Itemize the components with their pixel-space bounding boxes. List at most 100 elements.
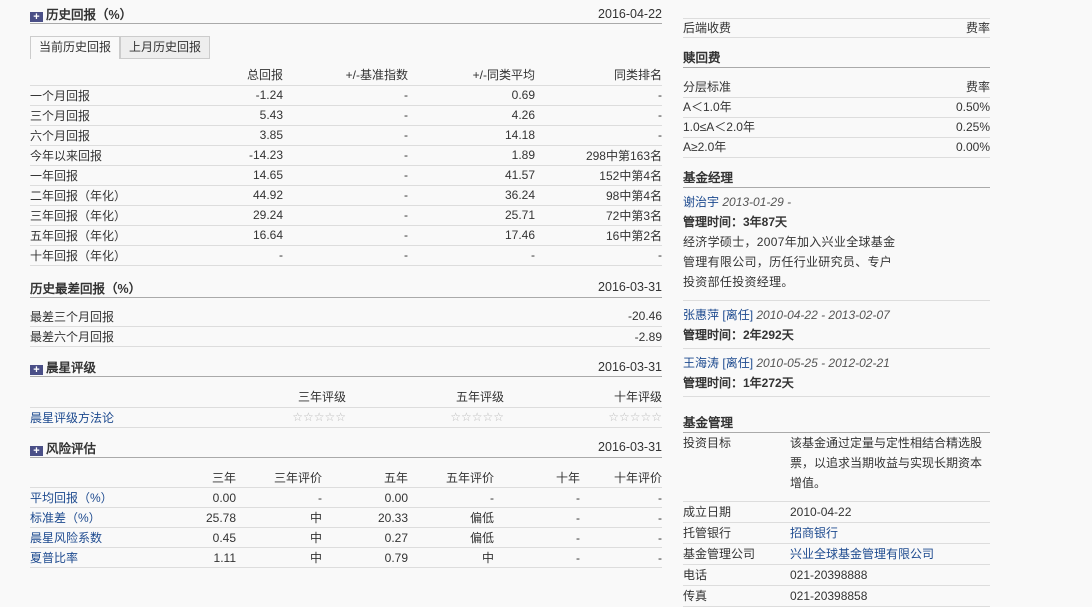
label: 费率 (965, 21, 990, 35)
section-title: 历史回报（%） (46, 8, 133, 22)
history-section-title: + 历史回报（%） 2016-04-22 (30, 4, 662, 24)
section-date: 2016-04-22 (598, 6, 662, 21)
manager-bio: 经济学硕士，2007年加入兴业全球基金管理有限公司，历任行业研究员、专户投资部任… (683, 235, 896, 289)
row-label: 三个月回报 (30, 105, 150, 126)
section-title: 历史最差回报（%） (30, 281, 142, 296)
row-label: 三年回报（年化） (30, 205, 150, 226)
header-cell: 五年评价 (408, 467, 494, 488)
cell-value: - (283, 165, 408, 186)
row-label: 十年回报（年化） (30, 245, 150, 266)
rating-method-link[interactable]: 晨星评级方法论 (30, 411, 114, 425)
risk-section-title: + 风险评估 2016-03-31 (30, 438, 662, 458)
row-label: 五年回报（年化） (30, 225, 150, 246)
management-key: 投资目标 (683, 436, 732, 450)
cell-value: - (283, 125, 408, 146)
expand-icon[interactable]: + (30, 365, 43, 376)
managers-title: 基金经理 (683, 168, 990, 188)
cell-value: - (535, 85, 662, 106)
row-label: 一个月回报 (30, 85, 150, 106)
management-value: 021-20398858 (790, 589, 868, 603)
management-key: 传真 (683, 589, 708, 603)
table-row: 三个月回报 5.43-4.26- (30, 105, 662, 126)
manager-name-link[interactable]: 张惠萍 (683, 308, 719, 322)
manager-header: 谢治宇 2013-01-29 - (683, 192, 990, 212)
manager-tenure: 管理时间：2年292天 (683, 328, 794, 342)
cell-value: 0.79 (322, 547, 408, 568)
cell-value: 20.33 (322, 507, 408, 528)
cell-value: 中 (236, 547, 322, 568)
row-label: 今年以来回报 (30, 145, 150, 166)
cell-value: - (580, 527, 662, 548)
section-date: 2016-03-31 (598, 280, 662, 294)
rating-section-title: + 晨星评级 2016-03-31 (30, 357, 662, 377)
fee-rate: 0.25% (955, 120, 990, 134)
history-table: 总回报 +/-基准指数 +/-同类平均 同类排名 一个月回报 -1.24-0.69- 三个月… (30, 65, 662, 266)
management-value[interactable]: 招商银行 (790, 523, 990, 543)
expand-icon[interactable]: + (30, 12, 43, 23)
tab-last-month-history[interactable]: 上月历史回报 (120, 36, 211, 59)
header-cell: 三年评价 (236, 467, 322, 488)
section-date: 2016-03-31 (598, 440, 662, 454)
cell-value: - (494, 507, 580, 528)
header-cell: 同类排名 (535, 65, 662, 86)
table-row: 标准差（%） 25.78 中 20.33 偏低 - - (30, 507, 662, 528)
fee-rate: 0.50% (955, 100, 990, 114)
expand-icon[interactable]: + (30, 445, 43, 456)
cell-value: 0.00 (322, 487, 408, 508)
table-row: 一年回报 14.65-41.57 152中第4名 (30, 165, 662, 186)
management-row: 基金管理公司 兴业全球基金管理有限公司 (683, 544, 990, 565)
manager-name-link[interactable]: 王海涛 (683, 356, 719, 370)
cell-value: - (535, 125, 662, 146)
row-label[interactable]: 标准差（%） (30, 507, 150, 528)
manager-name-link[interactable]: 谢治宇 (683, 195, 719, 209)
table-row: 二年回报（年化） 44.92-36.24 98中第4名 (30, 185, 662, 206)
table-row: 晨星评级方法论 ☆☆☆☆☆ ☆☆☆☆☆ ☆☆☆☆☆ (30, 407, 662, 428)
table-row: 最差三个月回报 -20.46 (30, 306, 662, 327)
row-label[interactable]: 夏普比率 (30, 547, 150, 568)
header-cell (30, 387, 188, 408)
manager-tenure: 管理时间：3年87天 (683, 215, 788, 229)
worst-table: 最差三个月回报 -20.46 最差六个月回报 -2.89 (30, 306, 662, 347)
cell-value: 41.57 (408, 165, 535, 186)
management-key: 电话 (683, 568, 708, 582)
management-row: 电话 021-20398888 (683, 565, 990, 586)
cell-value: - (283, 205, 408, 226)
table-header: 三年 三年评价 五年 五年评价 十年 十年评价 (30, 467, 662, 488)
header-cell: 三年评级 (188, 387, 346, 408)
header-cell (30, 467, 150, 488)
manager-period: 2010-05-25 - 2012-02-21 (756, 356, 890, 370)
cell-value: 1.11 (150, 547, 236, 568)
cell-value: - (236, 487, 322, 508)
table-row: 五年回报（年化） 16.64-17.46 16中第2名 (30, 225, 662, 246)
row-label: 二年回报（年化） (30, 185, 150, 206)
cell-value: - (580, 547, 662, 568)
table-header: 总回报 +/-基准指数 +/-同类平均 同类排名 (30, 65, 662, 86)
cell-value: 3.85 (150, 125, 283, 146)
table-row: 最差六个月回报 -2.89 (30, 326, 662, 347)
tab-current-history[interactable]: 当前历史回报 (30, 36, 121, 59)
management-value: 021-20398888 (790, 568, 868, 582)
table-row: 平均回报（%） 0.00-0.00- - - (30, 487, 662, 508)
manager-status: [离任] (722, 356, 754, 370)
manager-status: [离任] (722, 308, 754, 322)
table-row: 夏普比率 1.11 中 0.79 中 - - (30, 547, 662, 568)
management-value: 该基金通过定量与定性相结合精选股票，以追求当期收益与实现长期资本增值。 (790, 436, 983, 490)
management-key: 基金管理公司 (683, 547, 756, 561)
cell-value: 中 (236, 527, 322, 548)
cell-value: 14.65 (150, 165, 283, 186)
label: 后端收费 (683, 21, 732, 35)
header-cell: +/-基准指数 (283, 65, 408, 86)
row-label[interactable]: 平均回报（%） (30, 487, 150, 508)
cell-value: -14.23 (150, 145, 283, 166)
cell-value: 4.26 (408, 105, 535, 126)
cell-value: 偏低 (408, 527, 494, 548)
management-value[interactable]: 兴业全球基金管理有限公司 (790, 544, 990, 564)
manager-item: 谢治宇 2013-01-29 - 管理时间：3年87天经济学硕士，2007年加入兴… (683, 188, 990, 301)
table-row: 晨星风险系数 0.45 中 0.27 偏低 - - (30, 527, 662, 548)
row-label[interactable]: 晨星风险系数 (30, 527, 150, 548)
cell-value: 44.92 (150, 185, 283, 206)
header-cell: 十年 (494, 467, 580, 488)
cell-value: - (535, 105, 662, 126)
cell-value: 29.24 (150, 205, 283, 226)
cell-value: 0.27 (322, 527, 408, 548)
